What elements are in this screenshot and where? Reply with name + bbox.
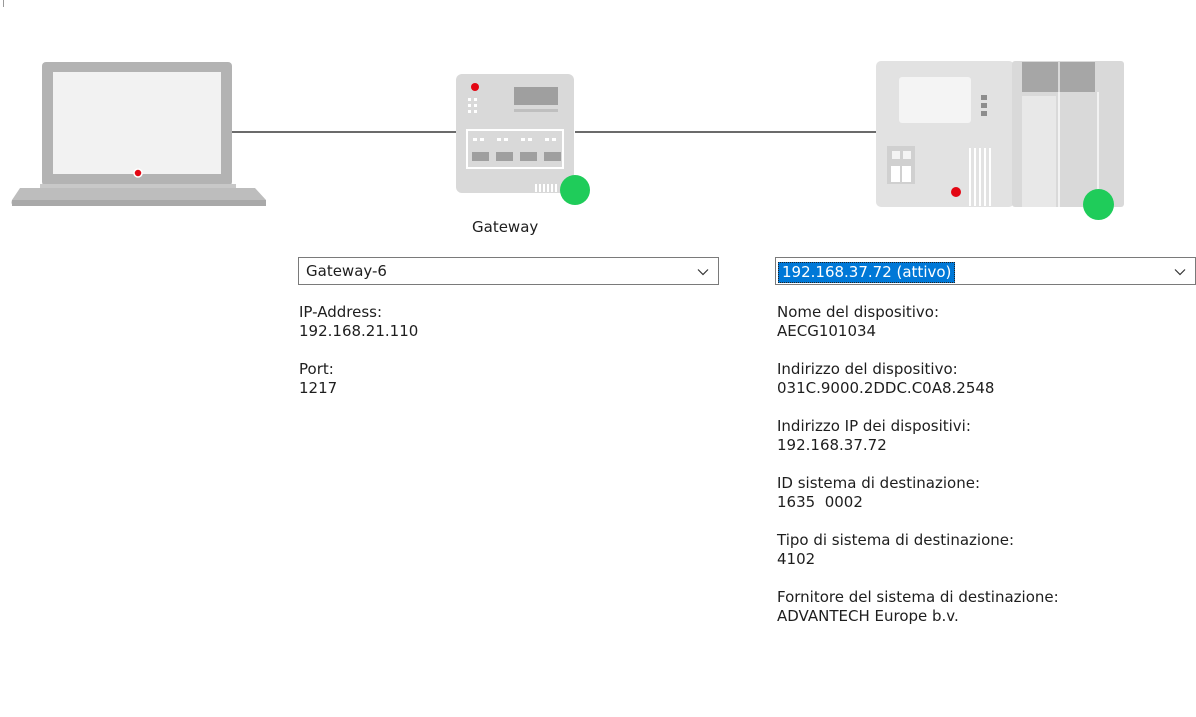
target-system-type-value: 4102 <box>777 550 816 568</box>
device-select-value: 192.168.37.72 (attivo) <box>778 262 956 283</box>
gateway-port-label: Port: <box>299 360 334 378</box>
gateway-select[interactable]: Gateway-6 <box>298 257 719 285</box>
chevron-down-icon[interactable] <box>697 266 709 278</box>
gateway-ip-address: IP-Address: 192.168.21.110 <box>299 303 418 341</box>
text-cursor <box>3 0 4 7</box>
gateway-select-value: Gateway-6 <box>306 262 387 280</box>
device-name-label: Nome del dispositivo: <box>777 303 940 321</box>
connection-line-gateway-device <box>575 131 877 133</box>
target-system-vendor-label: Fornitore del sistema di destinazione: <box>777 588 1059 606</box>
laptop-icon <box>11 62 266 206</box>
device-status-indicator <box>1083 189 1114 220</box>
device-ip-address: Indirizzo IP dei dispositivi: 192.168.37… <box>777 417 1059 455</box>
target-system-vendor: Fornitore del sistema di destinazione: A… <box>777 588 1059 626</box>
gateway-ip-value: 192.168.21.110 <box>299 322 419 340</box>
gateway-port: Port: 1217 <box>299 360 418 398</box>
device-ip-value: 192.168.37.72 <box>777 436 887 454</box>
device-info-panel: Nome del dispositivo: AECG101034 Indiriz… <box>777 303 1059 645</box>
device-address-value: 031C.9000.2DDC.C0A8.2548 <box>777 379 995 397</box>
device-address: Indirizzo del dispositivo: 031C.9000.2DD… <box>777 360 1059 398</box>
device-select[interactable]: 192.168.37.72 (attivo) <box>775 257 1196 285</box>
device-ip-label: Indirizzo IP dei dispositivi: <box>777 417 971 435</box>
gateway-ip-label: IP-Address: <box>299 303 383 321</box>
device-name: Nome del dispositivo: AECG101034 <box>777 303 1059 341</box>
device-address-label: Indirizzo del dispositivo: <box>777 360 958 378</box>
device-name-value: AECG101034 <box>777 322 877 340</box>
target-system-vendor-value: ADVANTECH Europe b.v. <box>777 607 959 625</box>
target-system-id: ID sistema di destinazione: 1635 0002 <box>777 474 1059 512</box>
target-system-id-value: 1635 0002 <box>777 493 863 511</box>
gateway-status-indicator <box>560 175 590 205</box>
target-system-id-label: ID sistema di destinazione: <box>777 474 980 492</box>
gateway-info-panel: IP-Address: 192.168.21.110 Port: 1217 <box>299 303 418 417</box>
gateway-caption: Gateway <box>472 218 539 236</box>
target-system-type: Tipo di sistema di destinazione: 4102 <box>777 531 1059 569</box>
target-system-type-label: Tipo di sistema di destinazione: <box>777 531 1015 549</box>
gateway-port-value: 1217 <box>299 379 338 397</box>
chevron-down-icon[interactable] <box>1174 266 1186 278</box>
